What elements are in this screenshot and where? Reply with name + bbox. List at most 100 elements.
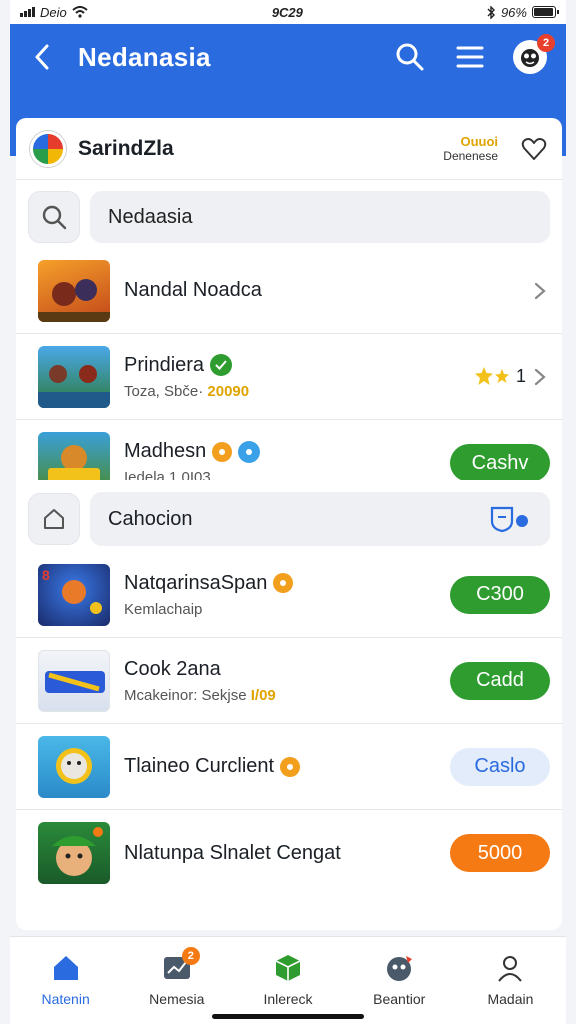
- coin-icon: [212, 441, 233, 462]
- wifi-icon: [72, 6, 88, 18]
- item-title: Nlatunpa Slnalet Cengat: [124, 841, 341, 864]
- nav-label: Nemesia: [149, 991, 205, 1007]
- clock: 9C29: [271, 4, 303, 20]
- app-logo: [30, 130, 66, 167]
- item-title: Tlaineo Curclient: [124, 755, 275, 777]
- nav-label: Beantior: [373, 991, 426, 1007]
- nav-label: Natenin: [41, 991, 90, 1007]
- status-right: 96%: [487, 4, 559, 20]
- app-card-header: SarindZla Ouuoi Denenese: [16, 118, 562, 180]
- carrier-label: Deio: [40, 4, 67, 20]
- cash-button[interactable]: Cashv: [450, 444, 550, 482]
- item-action-button[interactable]: Caslo: [450, 747, 550, 786]
- status-bar: Deio 9C29 96%: [10, 0, 566, 24]
- bottom-navigation: Natenin 2 Nemesia Inlereck Beantior Mada…: [10, 936, 566, 1024]
- item-text: Tlaineo Curclient: [124, 755, 450, 778]
- item-text: Prindiera Toza, Sbče· 20090: [124, 354, 474, 400]
- item-title: NatqarinsaSpan: [124, 571, 268, 594]
- list-item[interactable]: Nlatunpa Slnalet Cengat 5000: [16, 810, 562, 896]
- app-header: Nedanasia 2 SarindZla Ouuoi Denenese Ned…: [10, 24, 566, 496]
- game-thumbnail: [38, 345, 110, 408]
- points-subtitle: Denenese: [443, 148, 498, 163]
- profile-button[interactable]: 2: [512, 34, 555, 75]
- page-title: Nedanasia: [78, 41, 211, 72]
- category-field[interactable]: Cahocion: [90, 492, 550, 546]
- bluetooth-icon: [487, 5, 495, 19]
- search-row: Nedaasia: [16, 180, 562, 244]
- game-icon: [382, 951, 416, 985]
- search-input[interactable]: Nedaasia: [90, 191, 550, 243]
- search-button[interactable]: [392, 39, 428, 75]
- stars-icon: [474, 366, 509, 385]
- nav-item-home[interactable]: Natenin: [10, 937, 121, 1024]
- shield-icon: [490, 506, 528, 533]
- category-row: Cahocion: [16, 480, 562, 548]
- menu-button[interactable]: [452, 39, 488, 75]
- favorite-button[interactable]: [520, 135, 548, 163]
- nav-item-stats[interactable]: 2 Nemesia: [121, 937, 232, 1024]
- item-action-button[interactable]: 5000: [450, 834, 550, 872]
- back-button[interactable]: [28, 43, 56, 71]
- item-title: Madhesn: [124, 440, 207, 462]
- heart-outline-icon: [521, 137, 547, 160]
- chevron-right-icon: [530, 281, 550, 301]
- phone-screen: Deio 9C29 96% Nedanasia 2 SarindZla Ouuo…: [10, 0, 566, 1024]
- nav-item-game[interactable]: Beantior: [344, 937, 455, 1024]
- top-bar: Nedanasia 2: [10, 24, 566, 90]
- svg-text:8: 8: [42, 567, 50, 583]
- item-text: Nandal Noadca: [124, 279, 530, 302]
- item-value: 20090: [207, 382, 250, 400]
- app-name: SarindZla: [78, 136, 174, 160]
- list-item[interactable]: Prindiera Toza, Sbče· 20090 1: [16, 334, 562, 420]
- item-value: I/09: [250, 686, 276, 704]
- search-box-button[interactable]: [28, 191, 80, 243]
- back-arrow-icon: [35, 44, 49, 70]
- item-subtitle: Toza, Sbče· 20090: [124, 382, 250, 400]
- battery-icon: [531, 6, 559, 18]
- game-thumbnail: [38, 259, 110, 322]
- nav-label: Madain: [487, 991, 534, 1007]
- nav-label: Inlereck: [263, 991, 313, 1007]
- coin-icon: [280, 756, 301, 777]
- hamburger-icon: [456, 46, 484, 68]
- home-icon: [49, 951, 83, 985]
- game-thumbnail: [38, 735, 110, 798]
- list-item[interactable]: Nandal Noadca: [16, 248, 562, 334]
- item-text: Nlatunpa Slnalet Cengat: [124, 842, 450, 865]
- item-title: Nandal Noadca: [124, 279, 262, 301]
- game-thumbnail: [38, 822, 110, 884]
- notification-badge: 2: [537, 34, 555, 52]
- nav-item-profile[interactable]: Madain: [455, 937, 566, 1024]
- item-title: Prindiera: [124, 353, 205, 376]
- search-icon: [42, 205, 67, 230]
- avatar: 2: [513, 34, 555, 74]
- battery-percent: 96%: [500, 4, 527, 20]
- item-action-button[interactable]: Cadd: [450, 661, 550, 700]
- item-text: NatqarinsaSpan Kemlachaip: [124, 572, 450, 618]
- info-icon: [238, 440, 261, 463]
- signal-icon: [20, 7, 35, 17]
- home-box-button[interactable]: [28, 493, 80, 545]
- rating-value: 1: [515, 366, 526, 386]
- item-text: Cook 2ana Mcakeinor: Sekjse I/09: [124, 658, 450, 704]
- verified-icon: [210, 354, 233, 376]
- home-indicator[interactable]: [212, 1014, 364, 1019]
- house-icon: [44, 509, 64, 529]
- game-thumbnail: [38, 649, 110, 712]
- item-action-button[interactable]: C300: [450, 575, 550, 614]
- category-card: Cahocion 8 NatqarinsaSpan Kemlachaip C30…: [16, 480, 562, 930]
- cube-icon: [271, 951, 305, 985]
- points-display: Ouuoi Denenese: [443, 133, 498, 163]
- status-left: Deio: [20, 5, 88, 20]
- item-subtitle: Kemlachaip: [124, 600, 203, 618]
- nav-item-cube[interactable]: Inlereck: [232, 937, 343, 1024]
- list-item[interactable]: 8 NatqarinsaSpan Kemlachaip C300: [16, 552, 562, 638]
- list-item[interactable]: Cook 2ana Mcakeinor: Sekjse I/09 Cadd: [16, 638, 562, 724]
- rating: 1: [474, 366, 526, 388]
- points-label: Ouuoi: [460, 133, 498, 149]
- nav-badge: 2: [181, 947, 200, 965]
- list-item[interactable]: Tlaineo Curclient Caslo: [16, 724, 562, 810]
- app-card: SarindZla Ouuoi Denenese Nedaasia Nandal…: [16, 118, 562, 496]
- chart-icon: 2: [160, 947, 200, 985]
- search-icon: [396, 43, 424, 71]
